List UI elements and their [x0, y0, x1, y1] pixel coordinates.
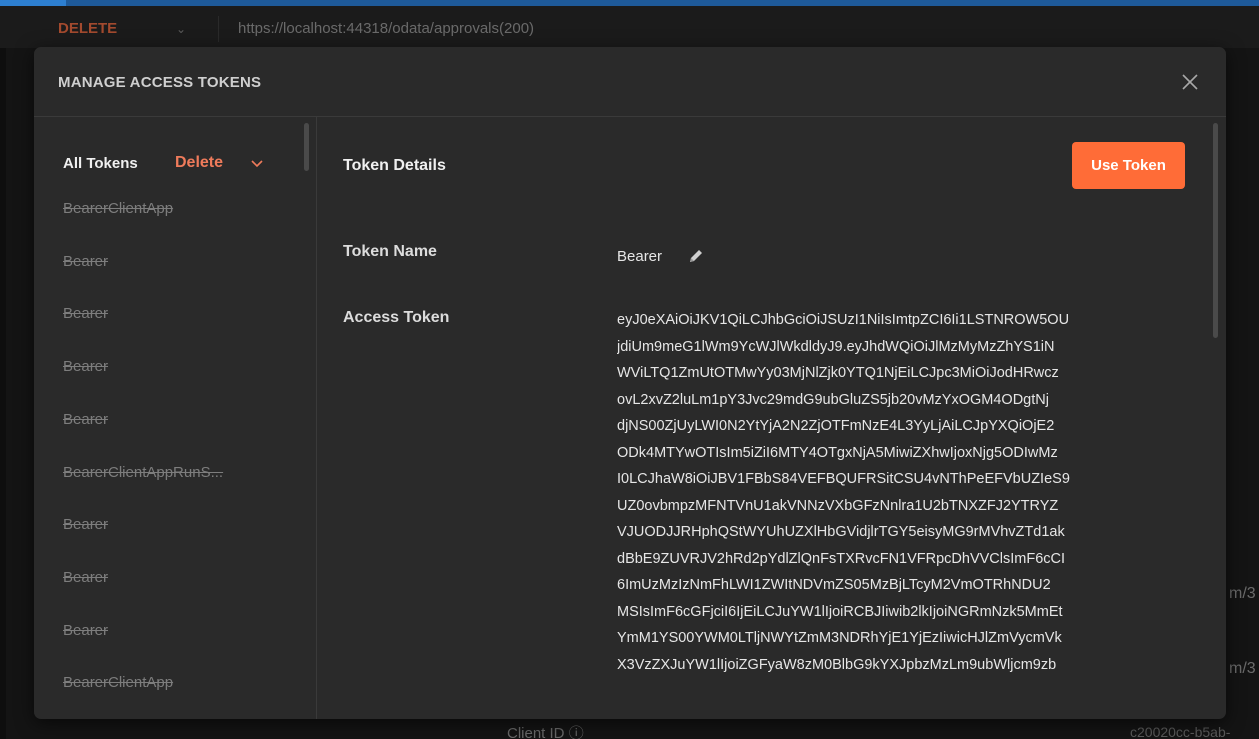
access-token-line: WViLTQ1ZmUtOTMwYy03MjNlZjk0YTQ1NjEiLCJpc…: [617, 365, 1059, 381]
access-token-line: ODk4MTYwOTIsIm5iZiI6MTY4OTgxNjA5MiwiZXhw…: [617, 444, 1058, 461]
access-token-value[interactable]: eyJ0eXAiOiJKV1QiLCJhbGciOiJSUzI1NiIsImtp…: [617, 307, 1189, 678]
token-list-item[interactable]: BearerClientAppRunS...: [63, 464, 223, 481]
access-token-line: VJUODJJRHphQStWYUhUZXlHbGVidjlrTGY5eisyM…: [617, 524, 1065, 540]
access-token-label: Access Token: [343, 309, 450, 326]
access-token-line: I0LCJhaW8iOiJBV1FBbS84VEFBQUFRSitCSU4vNT…: [617, 471, 1070, 487]
delete-tokens-button[interactable]: Delete: [175, 154, 223, 172]
token-details-scrollbar[interactable]: [1213, 123, 1218, 338]
chevron-down-icon[interactable]: [250, 157, 264, 171]
access-token-line: MSIsImF6cGFjciI6IjEiLCJuYW1lIjoiRCBJIiwi…: [617, 603, 1063, 620]
token-name-label: Token Name: [343, 243, 437, 260]
all-tokens-label: All Tokens: [63, 155, 138, 172]
access-token-line: 6ImUzMzIzNmFhLWI1ZWItNDVmZS05MzBjLTcyM2V…: [617, 577, 1051, 593]
request-url[interactable]: https://localhost:44318/odata/approvals(…: [238, 20, 534, 37]
client-id-label: Client ID ⓘ: [507, 722, 584, 739]
access-token-line: dBbE9ZUVRJV2hRd2pYdlZlQnFsTXRvcFN1VFRpcD…: [617, 550, 1066, 567]
method-chevron-down-icon[interactable]: ⌄: [176, 22, 186, 36]
token-list-item[interactable]: Bearer: [63, 305, 108, 322]
token-list-item[interactable]: Bearer: [63, 411, 108, 428]
use-token-button[interactable]: Use Token: [1072, 142, 1185, 189]
token-list-item[interactable]: Bearer: [63, 253, 108, 270]
token-list-panel: All Tokens Delete BearerClientApp Bearer B…: [34, 117, 317, 719]
token-list-item[interactable]: Bearer: [63, 569, 108, 586]
access-token-line: eyJ0eXAiOiJKV1QiLCJhbGciOiJSUzI1NiIsImtp…: [617, 312, 1070, 328]
access-token-line: ovL2xvZ2luLm1pY3Jvc29mdG9ubGluZS5jb20vMz…: [617, 391, 1049, 408]
token-details-title: Token Details: [343, 157, 446, 174]
background-text-fragment: m/3: [1229, 585, 1256, 602]
token-name-value: Bearer: [617, 248, 663, 265]
manage-access-tokens-modal: MANAGE ACCESS TOKENS All Tokens Delete B…: [34, 47, 1226, 719]
access-token-line: djNS00ZjUyLWI0N2YtYjA2N2ZjOTFmNzE4L3YyLj…: [617, 418, 1055, 434]
access-token-line: YmM1YS00YWM0LTljNWYtZmM3NDRhYjE1YjEzIiwi…: [617, 630, 1062, 646]
pencil-icon[interactable]: [687, 247, 705, 265]
token-list-item[interactable]: BearerClientApp: [63, 200, 173, 217]
client-id-value: c20020cc-b5ab-45fc-930c-798: [1130, 724, 1231, 739]
window-left-edge: [0, 6, 6, 739]
background-request-bar: DELETE ⌄ https://localhost:44318/odata/a…: [0, 6, 1259, 48]
access-token-line: UZ0ovbmpzMFNTVnU1akVNNzVXbGFzNnlra1U2bTN…: [617, 497, 1059, 514]
modal-header: MANAGE ACCESS TOKENS: [34, 47, 1226, 117]
divider: [218, 16, 219, 42]
token-list-item[interactable]: Bearer: [63, 622, 108, 639]
token-list-scrollbar[interactable]: [304, 123, 309, 171]
token-list-item[interactable]: BearerClientApp: [63, 674, 173, 691]
token-list-item[interactable]: Bearer: [63, 358, 108, 375]
token-details-panel: Token Details Use Token Token Name Beare…: [318, 117, 1226, 719]
close-icon[interactable]: [1179, 71, 1201, 93]
client-id-text: Client ID: [507, 725, 565, 739]
modal-title: MANAGE ACCESS TOKENS: [58, 74, 262, 91]
access-token-line: jdiUm9meG1lWm9YcWJlWkdldyJ9.eyJhdWQiOiJl…: [617, 338, 1055, 355]
http-method[interactable]: DELETE: [58, 20, 117, 37]
token-list-item[interactable]: Bearer: [63, 516, 108, 533]
access-token-line: X3VzZXJuYW1lIjoiZGFyaW8zM0BlbG9kYXJpbzMz…: [617, 656, 1057, 673]
background-text-fragment: m/3: [1229, 660, 1256, 677]
